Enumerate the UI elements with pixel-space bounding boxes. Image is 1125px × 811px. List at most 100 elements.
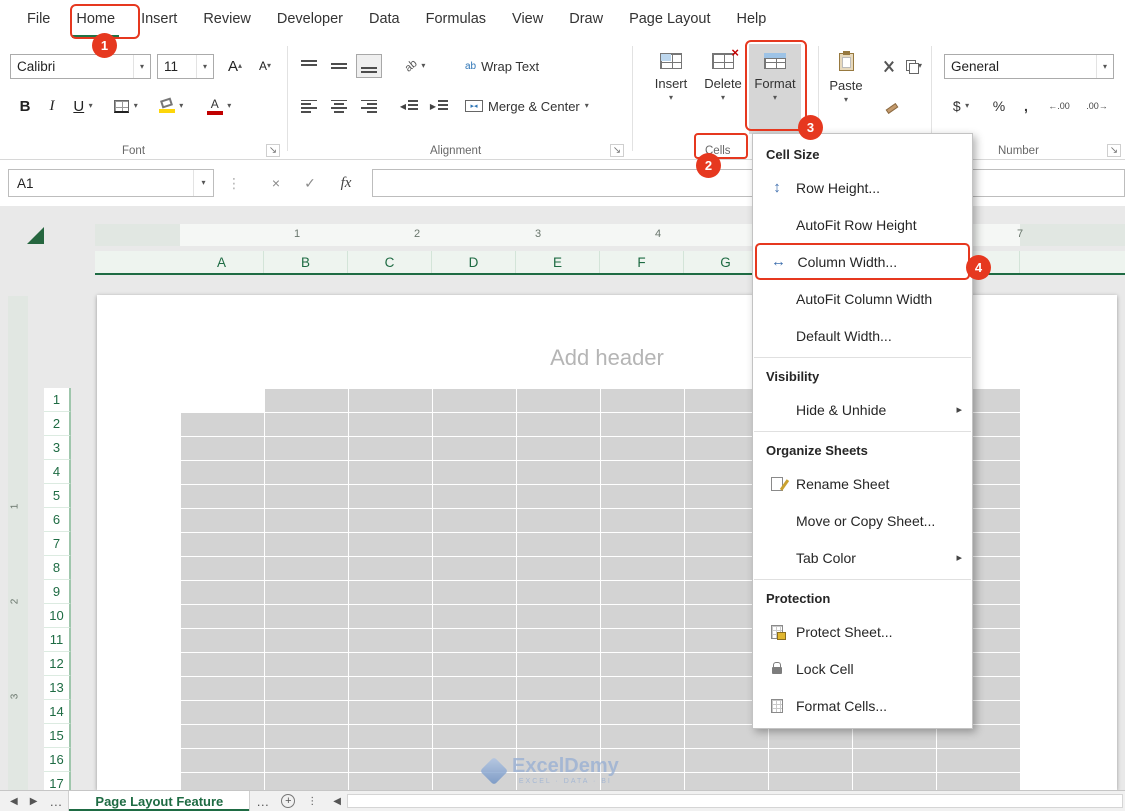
font-name-combo[interactable]: Calibri ▾ bbox=[10, 54, 151, 79]
italic-button[interactable]: I bbox=[42, 94, 62, 118]
underline-button[interactable]: U ▾ bbox=[66, 94, 100, 118]
tab-draw[interactable]: Draw bbox=[556, 0, 616, 38]
borders-button[interactable]: ▾ bbox=[108, 94, 144, 118]
row-header[interactable]: 6 bbox=[44, 508, 71, 532]
percent-style-button[interactable]: % bbox=[988, 94, 1010, 118]
row-header[interactable]: 11 bbox=[44, 628, 71, 652]
chevron-down-icon[interactable]: ▾ bbox=[1096, 55, 1113, 78]
scrollbar-thumb[interactable] bbox=[346, 794, 1123, 808]
align-left-button[interactable] bbox=[296, 94, 322, 118]
tab-page-layout[interactable]: Page Layout bbox=[616, 0, 723, 38]
delete-cells-button[interactable]: Delete ▾ bbox=[697, 44, 749, 134]
font-size-combo[interactable]: 11 ▾ bbox=[157, 54, 214, 79]
format-painter-button[interactable] bbox=[879, 96, 905, 120]
column-header-b[interactable]: B bbox=[264, 251, 348, 273]
increase-decimal-button[interactable]: ←.00 bbox=[1042, 94, 1076, 118]
sheet-overflow-right[interactable]: … bbox=[250, 794, 275, 809]
horizontal-scrollbar[interactable]: ◀ bbox=[327, 791, 1125, 811]
menu-item-row-height[interactable]: ↕ Row Height... bbox=[753, 169, 972, 206]
row-header[interactable]: 4 bbox=[44, 460, 71, 484]
chevron-down-icon[interactable]: ▾ bbox=[965, 102, 969, 110]
menu-item-column-width[interactable]: ↔ Column Width... bbox=[755, 243, 970, 280]
menu-item-tab-color[interactable]: Tab Color ▸ bbox=[753, 539, 972, 576]
insert-cells-button[interactable]: Insert ▾ bbox=[645, 44, 697, 134]
chevron-down-icon[interactable]: ▾ bbox=[196, 55, 213, 78]
menu-item-default-width[interactable]: Default Width... bbox=[753, 317, 972, 354]
row-header[interactable]: 13 bbox=[44, 676, 71, 700]
select-all-icon[interactable] bbox=[27, 227, 44, 244]
tab-developer[interactable]: Developer bbox=[264, 0, 356, 38]
tab-insert[interactable]: Insert bbox=[128, 0, 190, 38]
tab-help[interactable]: Help bbox=[724, 0, 780, 38]
selected-cell-a1[interactable] bbox=[181, 389, 264, 412]
row-header[interactable]: 5 bbox=[44, 484, 71, 508]
decrease-font-size-button[interactable]: A ▾ bbox=[252, 54, 278, 78]
tab-file[interactable]: File bbox=[14, 0, 63, 38]
chevron-down-icon[interactable]: ▾ bbox=[669, 94, 673, 102]
chevron-down-icon[interactable]: ▾ bbox=[773, 94, 777, 102]
row-header[interactable]: 14 bbox=[44, 700, 71, 724]
orientation-button[interactable]: ab ▾ bbox=[396, 54, 434, 78]
prev-sheet-icon[interactable]: ◀ bbox=[0, 796, 24, 807]
increase-font-size-button[interactable]: A ▴ bbox=[222, 54, 248, 78]
decrease-indent-button[interactable]: ◀ bbox=[396, 94, 422, 118]
paste-button[interactable]: Paste ▾ bbox=[823, 44, 869, 134]
menu-item-rename-sheet[interactable]: Rename Sheet bbox=[753, 465, 972, 502]
chevron-down-icon[interactable]: ▾ bbox=[844, 96, 848, 104]
menu-item-protect-sheet[interactable]: Protect Sheet... bbox=[753, 613, 972, 650]
row-header[interactable]: 16 bbox=[44, 748, 71, 772]
font-color-button[interactable]: A ▾ bbox=[200, 92, 238, 120]
row-header[interactable]: 2 bbox=[44, 412, 71, 436]
row-header[interactable]: 1 bbox=[44, 388, 71, 412]
copy-button[interactable]: ▾ bbox=[899, 54, 929, 78]
chevron-down-icon[interactable]: ▾ bbox=[193, 170, 213, 196]
chevron-down-icon[interactable]: ▾ bbox=[134, 102, 138, 110]
menu-item-format-cells[interactable]: Format Cells... bbox=[753, 687, 972, 724]
accounting-format-button[interactable]: $ ▾ bbox=[946, 94, 976, 118]
comma-style-button[interactable]: , bbox=[1016, 94, 1036, 118]
bottom-align-button[interactable] bbox=[356, 54, 382, 78]
menu-item-hide-unhide[interactable]: Hide & Unhide ▸ bbox=[753, 391, 972, 428]
cancel-button[interactable]: × bbox=[262, 169, 290, 197]
wrap-text-button[interactable]: ab Wrap Text bbox=[464, 54, 574, 78]
increase-indent-button[interactable]: ▶ bbox=[426, 94, 452, 118]
enter-button[interactable]: ✓ bbox=[296, 169, 324, 197]
format-cells-menu-button[interactable]: Format ▾ bbox=[749, 44, 801, 134]
new-sheet-icon[interactable]: + bbox=[281, 794, 296, 808]
scroll-left-icon[interactable]: ◀ bbox=[327, 796, 347, 807]
menu-item-autofit-column-width[interactable]: AutoFit Column Width bbox=[753, 280, 972, 317]
top-align-button[interactable] bbox=[296, 54, 322, 78]
row-header[interactable]: 7 bbox=[44, 532, 71, 556]
sheet-overflow-left[interactable]: … bbox=[43, 794, 68, 809]
align-right-button[interactable] bbox=[356, 94, 382, 118]
tab-view[interactable]: View bbox=[499, 0, 556, 38]
decrease-decimal-button[interactable]: .00→ bbox=[1080, 94, 1114, 118]
tab-data[interactable]: Data bbox=[356, 0, 413, 38]
alignment-dialog-launcher-icon[interactable]: ↘ bbox=[610, 144, 624, 157]
insert-function-button[interactable]: fx bbox=[332, 169, 360, 197]
column-header-e[interactable]: E bbox=[516, 251, 600, 273]
next-sheet-icon[interactable]: ▶ bbox=[24, 796, 44, 807]
sheet-tab-page-layout-feature[interactable]: Page Layout Feature bbox=[68, 791, 251, 811]
merge-center-button[interactable]: ▸◂ Merge & Center ▾ bbox=[464, 94, 624, 118]
center-button[interactable] bbox=[326, 94, 352, 118]
column-header-a[interactable]: A bbox=[180, 251, 264, 273]
tab-formulas[interactable]: Formulas bbox=[413, 0, 499, 38]
formula-bar-grip-icon[interactable]: ⋮ bbox=[226, 169, 242, 197]
chevron-down-icon[interactable]: ▾ bbox=[721, 94, 725, 102]
row-header[interactable]: 9 bbox=[44, 580, 71, 604]
column-header-d[interactable]: D bbox=[432, 251, 516, 273]
middle-align-button[interactable] bbox=[326, 54, 352, 78]
chevron-down-icon[interactable]: ▾ bbox=[421, 62, 425, 70]
number-format-combo[interactable]: General ▾ bbox=[944, 54, 1114, 79]
row-header[interactable]: 3 bbox=[44, 436, 71, 460]
menu-item-lock-cell[interactable]: Lock Cell bbox=[753, 650, 972, 687]
formula-input[interactable] bbox=[372, 169, 1125, 197]
cut-button[interactable] bbox=[877, 54, 899, 78]
row-header[interactable]: 8 bbox=[44, 556, 71, 580]
row-header[interactable]: 15 bbox=[44, 724, 71, 748]
tab-splitter-icon[interactable]: ⋮ bbox=[301, 796, 323, 807]
chevron-down-icon[interactable]: ▾ bbox=[179, 102, 183, 110]
tab-review[interactable]: Review bbox=[190, 0, 264, 38]
bold-button[interactable]: B bbox=[14, 94, 36, 118]
